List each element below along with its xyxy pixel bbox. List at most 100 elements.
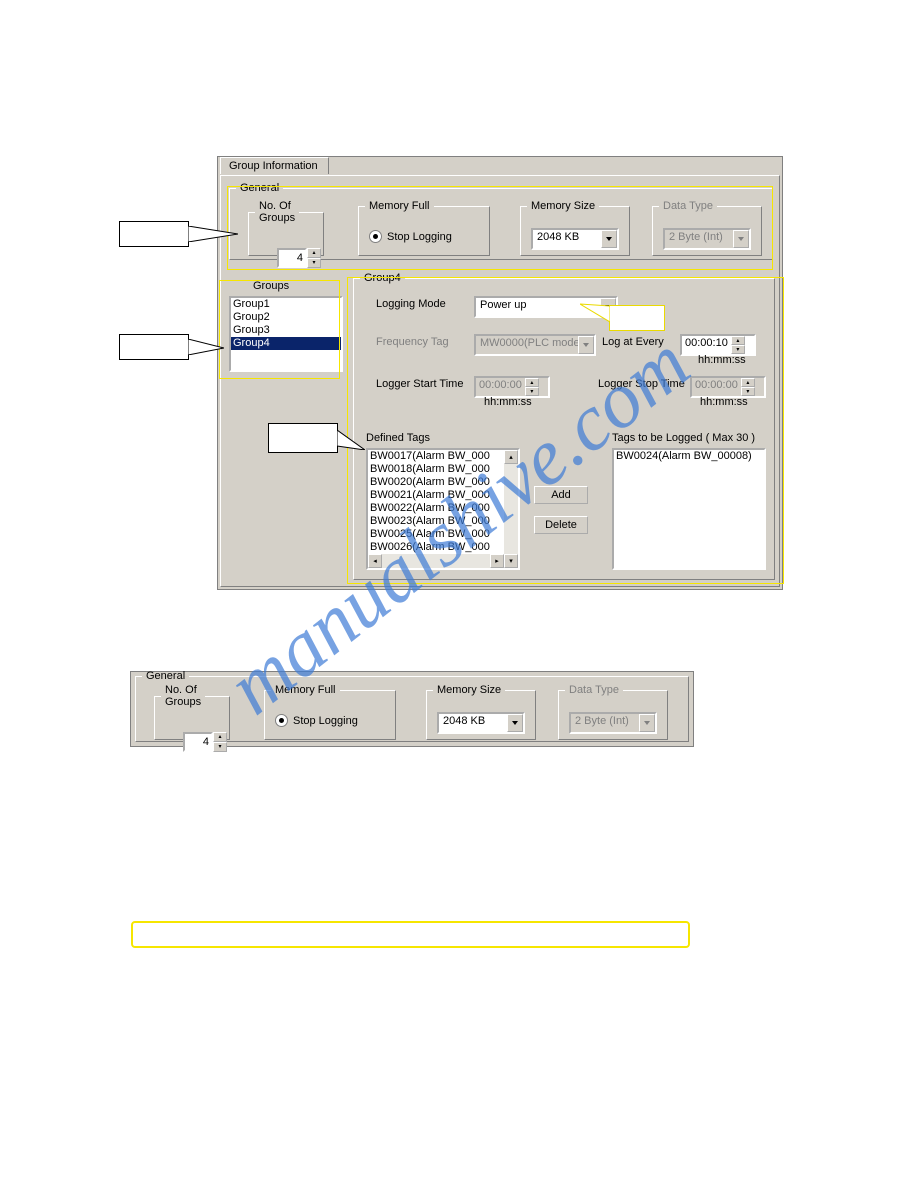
callout-logging-mode <box>609 305 665 331</box>
hhmmss-label-2: hh:mm:ss <box>484 396 532 408</box>
spin-up-icon: ▴ <box>741 378 755 387</box>
memory-size-combo[interactable]: 2048 KB <box>531 228 619 250</box>
general-strip: General No. Of Groups ▴▾ Memory Full Sto… <box>130 671 694 747</box>
memory-size-legend-bottom: Memory Size <box>433 684 505 696</box>
chevron-down-icon[interactable] <box>601 230 617 248</box>
list-item[interactable]: Group3 <box>231 324 341 337</box>
frequency-tag-value: MW0000(PLC mode <box>476 336 578 354</box>
memory-full-fieldset: Memory Full Stop Logging <box>358 200 490 256</box>
defined-tags-label: Defined Tags <box>366 432 430 444</box>
data-type-fieldset: Data Type 2 Byte (Int) <box>652 200 762 256</box>
group4-legend: Group4 <box>360 272 405 284</box>
list-item[interactable]: BW0021(Alarm BW_000 <box>368 489 518 502</box>
scroll-right-icon[interactable]: ▸ <box>490 554 504 568</box>
spin-up-icon[interactable]: ▴ <box>307 248 321 258</box>
frequency-tag-label: Frequency Tag <box>376 336 449 348</box>
memory-full-legend-bottom: Memory Full <box>271 684 340 696</box>
data-type-legend: Data Type <box>659 200 717 212</box>
stop-logging-label: Stop Logging <box>387 231 452 243</box>
spin-up-icon[interactable]: ▴ <box>731 336 745 345</box>
list-item[interactable]: BW0026(Alarm BW_000 <box>368 541 518 554</box>
radio-dot-icon <box>369 230 382 243</box>
scroll-left-icon[interactable]: ◂ <box>368 554 382 568</box>
general-fieldset: General No. Of Groups ▴▾ Memory Full Sto… <box>229 182 773 260</box>
list-item[interactable]: Group4 <box>231 337 341 350</box>
log-at-every-time[interactable]: 00:00:10 ▴▾ <box>680 334 756 356</box>
callout-group4 <box>268 423 338 453</box>
logger-stop-time: 00:00:00 ▴▾ <box>690 376 766 398</box>
data-type-combo-bottom: 2 Byte (Int) <box>569 712 657 734</box>
group-information-dialog: Group Information General No. Of Groups … <box>217 156 783 590</box>
data-type-fieldset-bottom: Data Type 2 Byte (Int) <box>558 684 668 740</box>
chevron-down-icon <box>578 336 594 354</box>
stop-logging-label-bottom: Stop Logging <box>293 715 358 727</box>
tags-to-be-logged-label: Tags to be Logged ( Max 30 ) <box>612 432 755 444</box>
stop-logging-radio[interactable]: Stop Logging <box>369 230 452 243</box>
callout-general <box>119 221 189 247</box>
general-legend-bottom: General <box>142 670 189 682</box>
logger-start-value: 00:00:00 <box>476 378 525 396</box>
no-of-groups-stepper[interactable]: ▴▾ <box>277 248 321 268</box>
spin-down-icon[interactable]: ▾ <box>731 345 745 354</box>
list-item[interactable]: Group2 <box>231 311 341 324</box>
data-type-combo: 2 Byte (Int) <box>663 228 751 250</box>
groups-listbox[interactable]: Group1 Group2 Group3 Group4 <box>229 296 343 372</box>
tab-group-information[interactable]: Group Information <box>220 157 329 174</box>
data-type-value-bottom: 2 Byte (Int) <box>571 714 639 732</box>
no-of-groups-input[interactable] <box>277 248 307 268</box>
logger-start-time-label: Logger Start Time <box>376 378 463 390</box>
log-at-every-label: Log at Every <box>602 336 664 348</box>
scrollbar-horizontal[interactable]: ◂▸ <box>368 554 504 568</box>
spin-down-icon[interactable]: ▾ <box>307 258 321 268</box>
scrollbar-vertical[interactable]: ▴▾ <box>504 450 518 568</box>
list-item[interactable]: Group1 <box>231 298 341 311</box>
list-item[interactable]: BW0020(Alarm BW_000 <box>368 476 518 489</box>
group4-fieldset: Group4 Logging Mode Power up Frequency T… <box>353 272 775 580</box>
list-item[interactable]: BW0022(Alarm BW_000 <box>368 502 518 515</box>
highlight-empty-bar <box>131 921 690 948</box>
no-of-groups-label: No. Of Groups <box>255 200 299 224</box>
scroll-down-icon[interactable]: ▾ <box>504 554 518 568</box>
memory-size-fieldset: Memory Size 2048 KB <box>520 200 630 256</box>
callout-groups <box>119 334 189 360</box>
chevron-down-icon <box>639 714 655 732</box>
memory-size-legend: Memory Size <box>527 200 599 212</box>
general-legend: General <box>236 182 283 194</box>
frequency-tag-combo: MW0000(PLC mode <box>474 334 596 356</box>
no-of-groups-fieldset-bottom: No. Of Groups ▴▾ <box>154 684 230 740</box>
no-of-groups-label-bottom: No. Of Groups <box>161 684 205 708</box>
spin-up-icon[interactable]: ▴ <box>213 732 227 742</box>
dialog-body: General No. Of Groups ▴▾ Memory Full Sto… <box>220 175 780 587</box>
tags-to-be-logged-listbox[interactable]: BW0024(Alarm BW_00008) <box>612 448 766 570</box>
hhmmss-label-1: hh:mm:ss <box>698 354 746 366</box>
spin-up-icon: ▴ <box>525 378 539 387</box>
no-of-groups-fieldset: No. Of Groups ▴▾ <box>248 200 324 256</box>
list-item[interactable]: BW0023(Alarm BW_000 <box>368 515 518 528</box>
stop-logging-radio-bottom[interactable]: Stop Logging <box>275 714 358 727</box>
groups-label: Groups <box>253 280 289 292</box>
hhmmss-label-3: hh:mm:ss <box>700 396 748 408</box>
list-item[interactable]: BW0025(Alarm BW_000 <box>368 528 518 541</box>
no-of-groups-input-bottom[interactable] <box>183 732 213 752</box>
memory-size-value-bottom: 2048 KB <box>439 714 507 732</box>
no-of-groups-stepper-bottom[interactable]: ▴▾ <box>183 732 227 752</box>
logging-mode-label: Logging Mode <box>376 298 446 310</box>
chevron-down-icon[interactable] <box>507 714 523 732</box>
delete-button[interactable]: Delete <box>534 516 588 534</box>
spin-down-icon[interactable]: ▾ <box>213 742 227 752</box>
radio-dot-icon <box>275 714 288 727</box>
memory-size-value: 2048 KB <box>533 230 601 248</box>
scroll-up-icon[interactable]: ▴ <box>504 450 518 464</box>
data-type-value: 2 Byte (Int) <box>665 230 733 248</box>
list-item[interactable]: BW0017(Alarm BW_000 <box>368 450 518 463</box>
list-item[interactable]: BW0024(Alarm BW_00008) <box>614 450 764 463</box>
add-button[interactable]: Add <box>534 486 588 504</box>
log-at-every-value: 00:00:10 <box>682 336 731 354</box>
defined-tags-listbox[interactable]: BW0017(Alarm BW_000 BW0018(Alarm BW_000 … <box>366 448 520 570</box>
list-item[interactable]: BW0018(Alarm BW_000 <box>368 463 518 476</box>
spin-down-icon: ▾ <box>741 387 755 396</box>
memory-size-combo-bottom[interactable]: 2048 KB <box>437 712 525 734</box>
memory-size-fieldset-bottom: Memory Size 2048 KB <box>426 684 536 740</box>
data-type-legend-bottom: Data Type <box>565 684 623 696</box>
tab-strip: Group Information <box>220 157 329 175</box>
